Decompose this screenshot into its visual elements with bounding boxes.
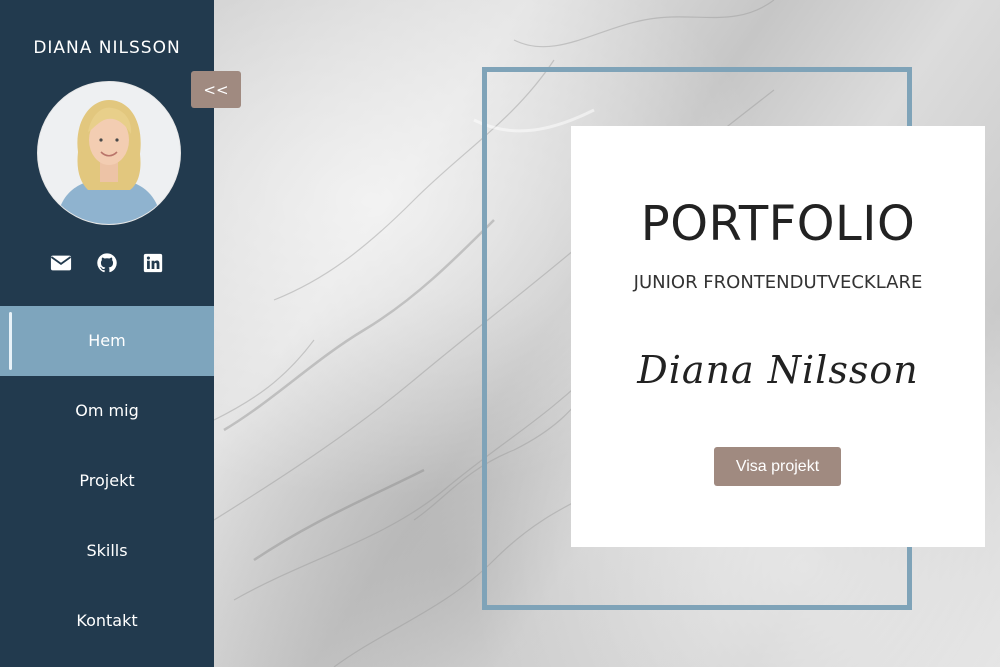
sidebar-name: DIANA NILSSON	[33, 38, 181, 58]
avatar-photo	[38, 82, 180, 224]
mail-icon[interactable]	[50, 252, 72, 274]
hero-card: PORTFOLIO JUNIOR FRONTENDUTVECKLARE Dian…	[571, 126, 985, 547]
hero-subtitle: JUNIOR FRONTENDUTVECKLARE	[633, 272, 923, 293]
main-nav: Hem Om mig Projekt Skills Kontakt	[0, 306, 214, 656]
social-links	[0, 252, 214, 274]
nav-item-kontakt[interactable]: Kontakt	[0, 586, 214, 656]
sidebar: DIANA NILSSON Hem Om mig Projekt Skills …	[0, 0, 214, 667]
github-icon[interactable]	[96, 252, 118, 274]
nav-item-hem[interactable]: Hem	[0, 306, 214, 376]
view-projects-button[interactable]: Visa projekt	[714, 447, 841, 486]
avatar	[37, 81, 181, 225]
nav-item-projekt[interactable]: Projekt	[0, 446, 214, 516]
nav-item-skills[interactable]: Skills	[0, 516, 214, 586]
signature: Diana Nilsson	[637, 348, 919, 392]
linkedin-icon[interactable]	[142, 252, 164, 274]
collapse-sidebar-button[interactable]: <<	[191, 71, 241, 108]
hero-title: PORTFOLIO	[640, 196, 916, 252]
portfolio-page: DIANA NILSSON Hem Om mig Projekt Skills …	[0, 0, 1000, 667]
nav-item-om-mig[interactable]: Om mig	[0, 376, 214, 446]
